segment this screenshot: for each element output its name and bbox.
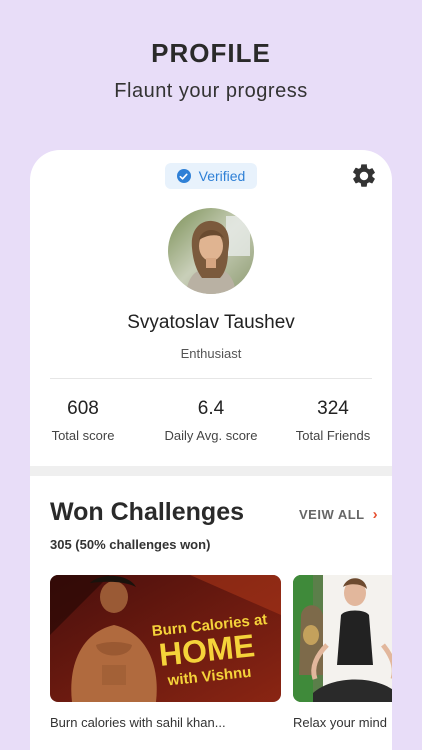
section-title: Won Challenges xyxy=(50,498,245,526)
challenge-caption: Burn calories with sahil khan... xyxy=(50,715,226,730)
stat-total-friends: 324 Total Friends xyxy=(292,398,374,443)
verified-badge: Verified xyxy=(165,163,257,189)
stat-daily-avg: 6.4 Daily Avg. score xyxy=(158,398,264,443)
challenge-card[interactable]: Burn Calories at HOME with Vishnu xyxy=(50,575,281,702)
page-title: PROFILE xyxy=(151,38,271,68)
view-all-button[interactable]: VEIW ALL › xyxy=(299,506,378,523)
page-subtitle: Flaunt your progress xyxy=(114,80,308,102)
view-all-label: VEIW ALL xyxy=(299,507,365,522)
avatar[interactable] xyxy=(168,208,254,294)
chevron-right-icon: › xyxy=(372,506,379,523)
stat-value: 324 xyxy=(317,398,349,419)
profile-name: Svyatoslav Taushev xyxy=(127,312,295,333)
stat-value: 6.4 xyxy=(197,398,225,419)
check-icon xyxy=(176,169,191,183)
challenge-card[interactable] xyxy=(293,575,392,702)
gear-icon[interactable] xyxy=(350,162,378,190)
challenge-caption: Relax your mind xyxy=(293,715,387,730)
section-divider xyxy=(30,466,392,476)
challenges-summary: 305 (50% challenges won) xyxy=(50,537,211,552)
profile-card: Verified Svyatoslav Taushev Enthusiast 6… xyxy=(30,150,392,750)
stat-label: Daily Avg. score xyxy=(164,428,258,443)
divider xyxy=(50,378,372,379)
profile-role: Enthusiast xyxy=(180,346,242,361)
stat-total-score: 608 Total score xyxy=(50,398,116,443)
stat-value: 608 xyxy=(67,398,99,419)
verified-label: Verified xyxy=(198,168,246,184)
stat-label: Total Friends xyxy=(295,428,371,443)
stat-label: Total score xyxy=(51,428,115,443)
